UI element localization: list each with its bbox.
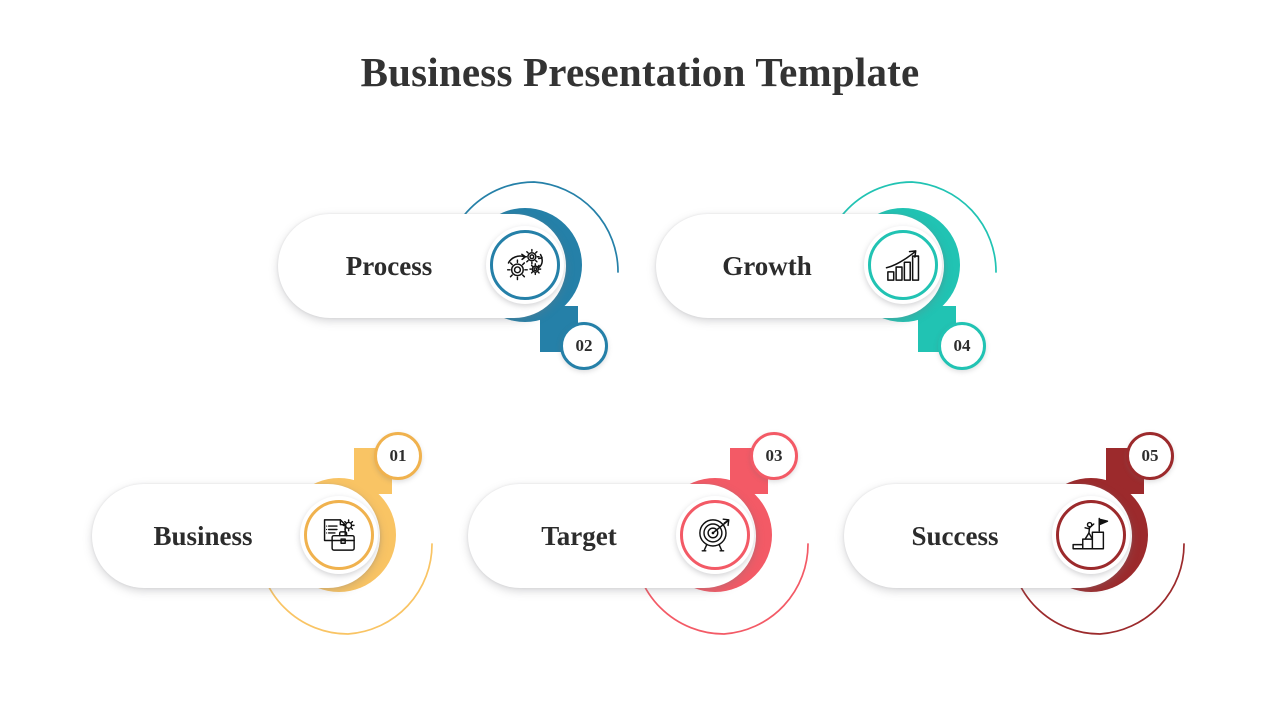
- step-number: 04: [953, 336, 971, 355]
- icon-disc[interactable]: [300, 496, 378, 574]
- presentation-slide: Business Presentation Template Process 0…: [0, 0, 1280, 720]
- icon-disc[interactable]: [676, 496, 754, 574]
- icon-disc[interactable]: [486, 226, 564, 304]
- bar-chart-growth-icon: [885, 250, 920, 281]
- step-number: 02: [575, 336, 593, 355]
- card-process[interactable]: Process 02: [278, 168, 628, 408]
- gears-icon: [506, 248, 543, 281]
- card-label: Business: [153, 520, 253, 551]
- card-label: Target: [541, 520, 617, 551]
- step-number: 01: [389, 446, 407, 465]
- target-dartboard-icon: [699, 518, 730, 552]
- page-title: Business Presentation Template: [360, 49, 920, 95]
- card-label: Process: [345, 250, 433, 281]
- step-number-badge[interactable]: 02: [560, 322, 608, 370]
- step-number-badge[interactable]: 04: [938, 322, 986, 370]
- card-growth[interactable]: Growth 04: [656, 168, 1006, 408]
- icon-disc[interactable]: [1052, 496, 1130, 574]
- card-label: Growth: [722, 250, 812, 281]
- step-number-badge[interactable]: 05: [1126, 432, 1174, 480]
- stairs-flag-success-icon: [1072, 517, 1109, 550]
- card-success[interactable]: Success 05: [844, 432, 1194, 672]
- card-target[interactable]: Target 03: [468, 432, 818, 672]
- card-business[interactable]: Business 01: [92, 432, 442, 672]
- step-number-badge[interactable]: 01: [374, 432, 422, 480]
- step-number: 05: [1141, 446, 1159, 465]
- step-number: 03: [765, 446, 783, 465]
- step-number-badge[interactable]: 03: [750, 432, 798, 480]
- icon-disc[interactable]: [864, 226, 942, 304]
- card-label: Success: [911, 520, 999, 551]
- document-briefcase-icon: [323, 519, 355, 551]
